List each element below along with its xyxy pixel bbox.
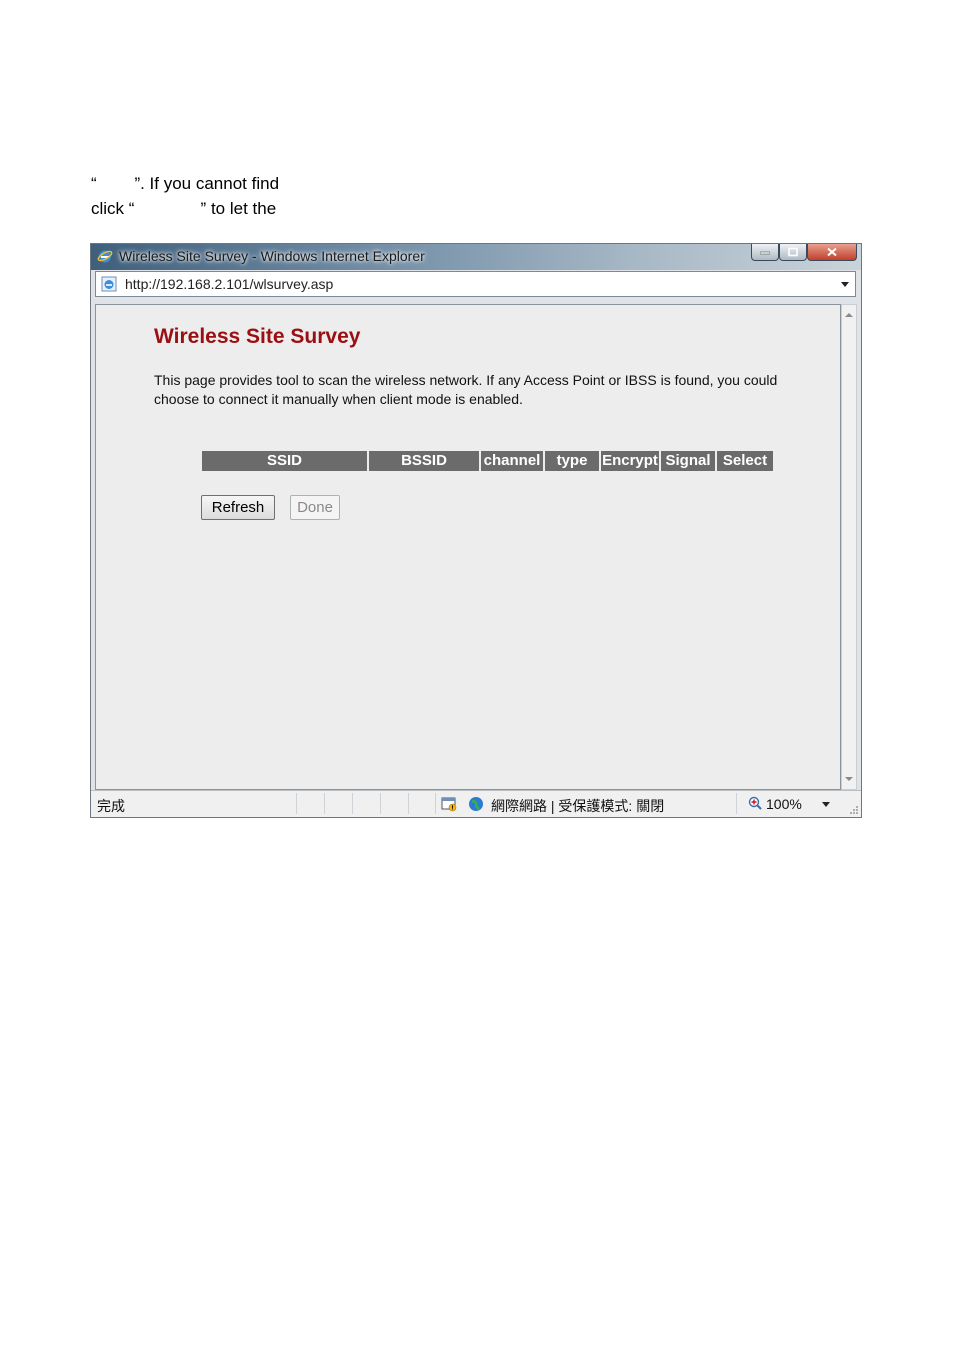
column-header-channel: channel xyxy=(481,451,543,471)
url-text: http://192.168.2.101/wlsurvey.asp xyxy=(125,276,334,292)
status-divider xyxy=(408,793,409,814)
close-button[interactable] xyxy=(807,244,857,261)
column-header-signal: Signal xyxy=(661,451,715,471)
status-bar: 完成 網際網路 | 受保護模式: 關閉 100% xyxy=(91,790,861,817)
status-divider xyxy=(324,793,325,814)
status-divider xyxy=(435,793,436,814)
status-divider xyxy=(352,793,353,814)
minimize-icon xyxy=(760,251,770,255)
minimize-button[interactable] xyxy=(751,244,779,261)
internet-explorer-icon xyxy=(97,250,113,263)
page-content: Wireless Site Survey This page provides … xyxy=(95,304,841,790)
page-icon xyxy=(101,276,117,292)
maximize-icon xyxy=(788,247,798,257)
browser-window: Wireless Site Survey - Windows Internet … xyxy=(90,243,862,818)
address-dropdown-icon[interactable] xyxy=(841,282,849,287)
column-header-bssid: BSSID xyxy=(369,451,479,471)
security-zone-text[interactable]: 網際網路 | 受保護模式: 關閉 xyxy=(491,796,664,816)
column-header-select: Select xyxy=(717,451,773,471)
document-text-line-1: “ ”. If you cannot find xyxy=(91,174,280,193)
status-divider xyxy=(296,793,297,814)
column-header-ssid: SSID xyxy=(202,451,367,471)
status-text: 完成 xyxy=(97,798,125,814)
zoom-icon xyxy=(748,796,762,810)
refresh-button[interactable]: Refresh xyxy=(201,495,275,520)
maximize-button[interactable] xyxy=(779,244,807,261)
vertical-scrollbar[interactable] xyxy=(841,304,857,790)
site-survey-table: SSID BSSID channel type Encrypt Signal S… xyxy=(202,451,773,471)
title-bar[interactable]: Wireless Site Survey - Windows Internet … xyxy=(91,244,861,270)
globe-icon xyxy=(469,797,483,811)
column-header-type: type xyxy=(545,451,599,471)
status-divider xyxy=(736,793,737,814)
status-divider xyxy=(380,793,381,814)
window-title: Wireless Site Survey - Windows Internet … xyxy=(119,248,425,264)
close-icon xyxy=(827,247,837,257)
protected-mode-icon[interactable] xyxy=(441,796,457,812)
resize-grip-icon[interactable] xyxy=(849,805,859,815)
scroll-down-icon[interactable] xyxy=(845,777,853,781)
document-text-line-2: click “ ” to let the xyxy=(91,199,277,218)
page-title: Wireless Site Survey xyxy=(154,325,361,348)
address-bar[interactable]: http://192.168.2.101/wlsurvey.asp xyxy=(95,271,856,297)
scroll-up-icon[interactable] xyxy=(845,313,853,317)
page-description: This page provides tool to scan the wire… xyxy=(154,372,778,407)
done-button[interactable]: Done xyxy=(290,495,340,520)
column-header-encrypt: Encrypt xyxy=(601,451,659,471)
zoom-dropdown-icon[interactable] xyxy=(822,802,830,807)
zoom-level[interactable]: 100% xyxy=(766,796,802,812)
